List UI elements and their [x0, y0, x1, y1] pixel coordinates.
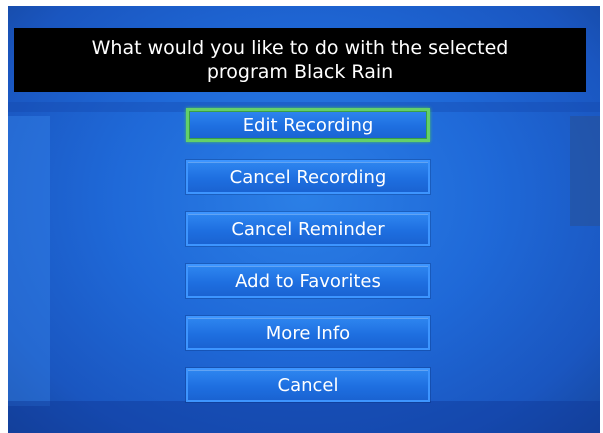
cancel-button[interactable]: Cancel	[186, 368, 430, 402]
more-info-button[interactable]: More Info	[186, 316, 430, 350]
photo-frame: What would you like to do with the selec…	[0, 0, 603, 433]
add-to-favorites-button[interactable]: Add to Favorites	[186, 264, 430, 298]
background-guide-column	[8, 116, 50, 406]
background-guide-column	[570, 116, 600, 226]
dialog-title: What would you like to do with the selec…	[91, 37, 509, 59]
action-menu: Edit Recording Cancel Recording Cancel R…	[186, 108, 432, 420]
edit-recording-button[interactable]: Edit Recording	[186, 108, 430, 142]
dialog-title-program: program Black Rain	[206, 61, 394, 83]
cancel-reminder-button[interactable]: Cancel Reminder	[186, 212, 430, 246]
dialog-title-bar: What would you like to do with the selec…	[14, 28, 586, 92]
tv-screen: What would you like to do with the selec…	[8, 6, 600, 433]
cancel-recording-button[interactable]: Cancel Recording	[186, 160, 430, 194]
